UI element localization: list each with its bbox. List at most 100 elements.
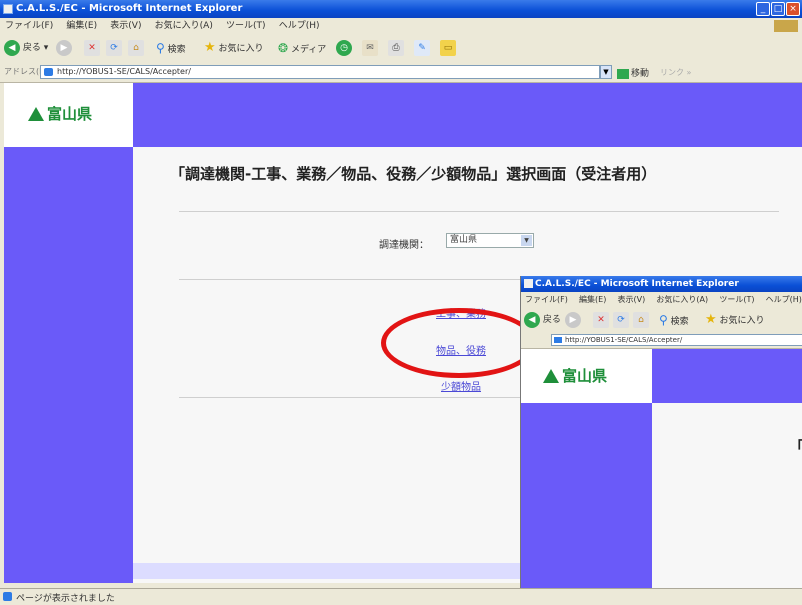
overlay-page: 富山県 「 [521,349,802,588]
overlay-search-button[interactable]: ⚲ 検索 [659,311,689,329]
print-icon: ⎙ [388,39,404,56]
org-select-value: 富山県 [450,235,478,245]
home-button[interactable]: ⌂ [128,39,144,57]
chevron-down-icon: ▼ [521,235,532,246]
overlay-address-bar: http://YOBUS1-SE/CALS/Accepter/ [521,332,802,349]
favorites-button[interactable]: ★ お気に入り [204,39,264,57]
minimize-button[interactable]: _ [756,2,770,16]
overlay-favorites-icon: ★ [705,312,717,327]
overlay-refresh-button[interactable]: ⟳ [613,311,629,329]
mail-button[interactable]: ✉ [362,39,378,57]
overlay-ie-icon [524,279,533,288]
overlay-refresh-icon: ⟳ [613,311,629,328]
menu-edit[interactable]: 編集(E) [61,18,102,34]
edit-icon: ✎ [414,39,430,56]
overlay-menu-view[interactable]: 表示(V) [614,292,650,308]
divider-top [179,211,779,212]
org-label: 調達機関： [379,240,429,251]
menu-view[interactable]: 表示(V) [105,18,146,34]
ie-app-icon [3,4,13,14]
menu-file[interactable]: ファイル(F) [0,18,58,34]
refresh-button[interactable]: ⟳ [106,39,122,57]
logo-mark-icon [28,107,44,121]
maximize-button[interactable]: □ [771,2,785,16]
edit-button[interactable]: ✎ [414,39,430,57]
overlay-favorites-button[interactable]: ★ お気に入り [705,311,765,329]
overlay-menu-bar: ファイル(F) 編集(E) 表示(V) お気に入り(A) ツール(T) ヘルプ(… [521,292,802,308]
overlay-window: C.A.L.S./EC - Microsoft Internet Explore… [520,276,802,588]
overlay-menu-favorites[interactable]: お気に入り(A) [652,292,712,308]
favorites-star-icon: ★ [204,40,216,55]
close-button[interactable]: × [786,2,800,16]
address-url: http://YOBUS1-SE/CALS/Accepter/ [57,67,191,76]
messenger-button[interactable]: ▭ [440,39,456,57]
toolbar: ◀ 戻る ▾ ▶ ✕ ⟳ ⌂ ⚲ 検索 ★ お気に入り ❂ メディア ◷ ✉ ⎙… [0,34,802,63]
overlay-home-button[interactable]: ⌂ [633,311,649,329]
search-button[interactable]: ⚲ 検索 [156,39,186,57]
status-bar: ページが表示されました [0,588,802,605]
back-button[interactable]: ◀ 戻る ▾ [4,39,48,57]
go-button[interactable]: 移動 [617,66,649,79]
org-select[interactable]: 富山県 ▼ [446,233,534,248]
overlay-heading-fragment: 「 [789,436,802,457]
print-button[interactable]: ⎙ [388,39,404,57]
go-arrow-icon [617,68,629,79]
menu-tools[interactable]: ツール(T) [221,18,271,34]
page-title: 「調達機関-工事、業務／物品、役務／少額物品」選択画面（受注者用） [170,165,657,183]
links-label: リンク [660,68,684,77]
history-button[interactable]: ◷ [336,39,352,57]
overlay-logo: 富山県 [543,365,607,386]
overlay-page-icon [554,337,562,343]
overlay-menu-edit[interactable]: 編集(E) [575,292,610,308]
windows-logo-icon [774,20,798,32]
address-dropdown-icon[interactable]: ▼ [600,65,612,79]
mail-icon: ✉ [362,39,378,56]
stop-icon: ✕ [84,39,100,56]
overlay-address-input[interactable]: http://YOBUS1-SE/CALS/Accepter/ [551,334,802,346]
media-icon: ❂ [278,41,289,55]
links-button[interactable]: リンク » [660,67,691,78]
link-small-goods[interactable]: 少額物品 [441,378,481,393]
address-bar: アドレス(D) http://YOBUS1-SE/CALS/Accepter/ … [0,62,802,83]
folder-icon: ▭ [440,39,456,56]
refresh-icon: ⟳ [106,39,122,56]
highlight-circle [381,308,537,378]
overlay-stop-icon: ✕ [593,311,609,328]
media-label: メディア [290,45,327,55]
overlay-menu-file[interactable]: ファイル(F) [521,292,572,308]
overlay-stop-button[interactable]: ✕ [593,311,609,329]
overlay-menu-tools[interactable]: ツール(T) [715,292,758,308]
favorites-label: お気に入り [218,44,264,54]
overlay-back-icon: ◀ [524,311,540,328]
overlay-address-url: http://YOBUS1-SE/CALS/Accepter/ [565,336,683,344]
media-button[interactable]: ❂ メディア [278,39,326,57]
overlay-left-band [521,403,652,588]
overlay-logo-mark-icon [543,369,559,383]
go-label: 移動 [631,69,650,79]
overlay-menu-help[interactable]: ヘルプ(H) [762,292,802,308]
page-icon [44,68,53,76]
overlay-back-button[interactable]: ◀ 戻る [524,311,561,329]
menu-bar: ファイル(F) 編集(E) 表示(V) お気に入り(A) ツール(T) ヘルプ(… [0,18,802,34]
menu-help[interactable]: ヘルプ(H) [274,18,325,34]
back-arrow-icon: ◀ [4,39,20,56]
back-label: 戻る [22,43,41,53]
forward-button[interactable]: ▶ [56,39,72,57]
overlay-search-icon: ⚲ [659,313,668,327]
history-icon: ◷ [336,39,352,56]
logo-text: 富山県 [47,105,93,123]
overlay-logo-text: 富山県 [562,367,608,385]
address-input[interactable]: http://YOBUS1-SE/CALS/Accepter/ [40,65,600,79]
window-titlebar: C.A.L.S./EC - Microsoft Internet Explore… [0,0,802,18]
logo-box: 富山県 [4,83,133,147]
home-icon: ⌂ [128,39,144,56]
status-page-icon [3,592,12,601]
toyama-logo: 富山県 [28,103,92,124]
overlay-forward-button[interactable]: ▶ [565,311,581,329]
overlay-home-icon: ⌂ [633,311,649,328]
forward-arrow-icon: ▶ [56,39,72,56]
menu-favorites[interactable]: お気に入り(A) [150,18,218,34]
stop-button[interactable]: ✕ [84,39,100,57]
overlay-titlebar: C.A.L.S./EC - Microsoft Internet Explore… [521,276,802,292]
overlay-logo-box: 富山県 [521,349,652,403]
